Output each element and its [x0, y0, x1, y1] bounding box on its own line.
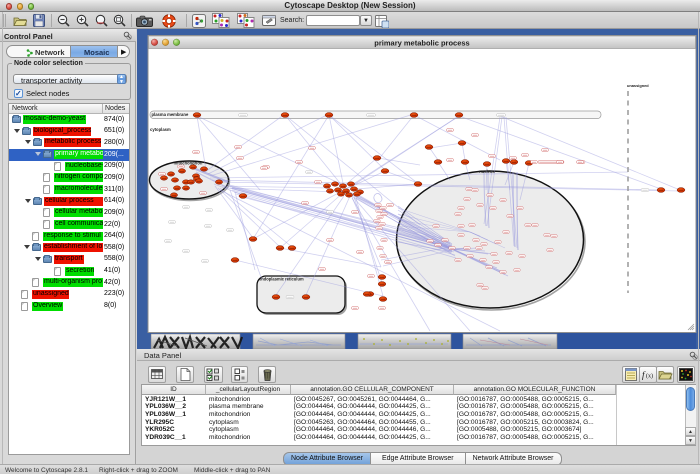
svg-text:nucleus: nucleus [479, 169, 495, 174]
svg-text:unassigned: unassigned [627, 83, 649, 88]
svg-text:cytoplasm: cytoplasm [150, 127, 171, 132]
svg-text:primary metabolic process: primary metabolic process [374, 39, 469, 48]
svg-text:(x): (x) [646, 373, 653, 380]
svg-text:endoplasmic reticulum: endoplasmic reticulum [259, 277, 304, 282]
svg-text:mitochondrion: mitochondrion [174, 160, 203, 165]
svg-text:plasma membrane: plasma membrane [152, 112, 189, 117]
